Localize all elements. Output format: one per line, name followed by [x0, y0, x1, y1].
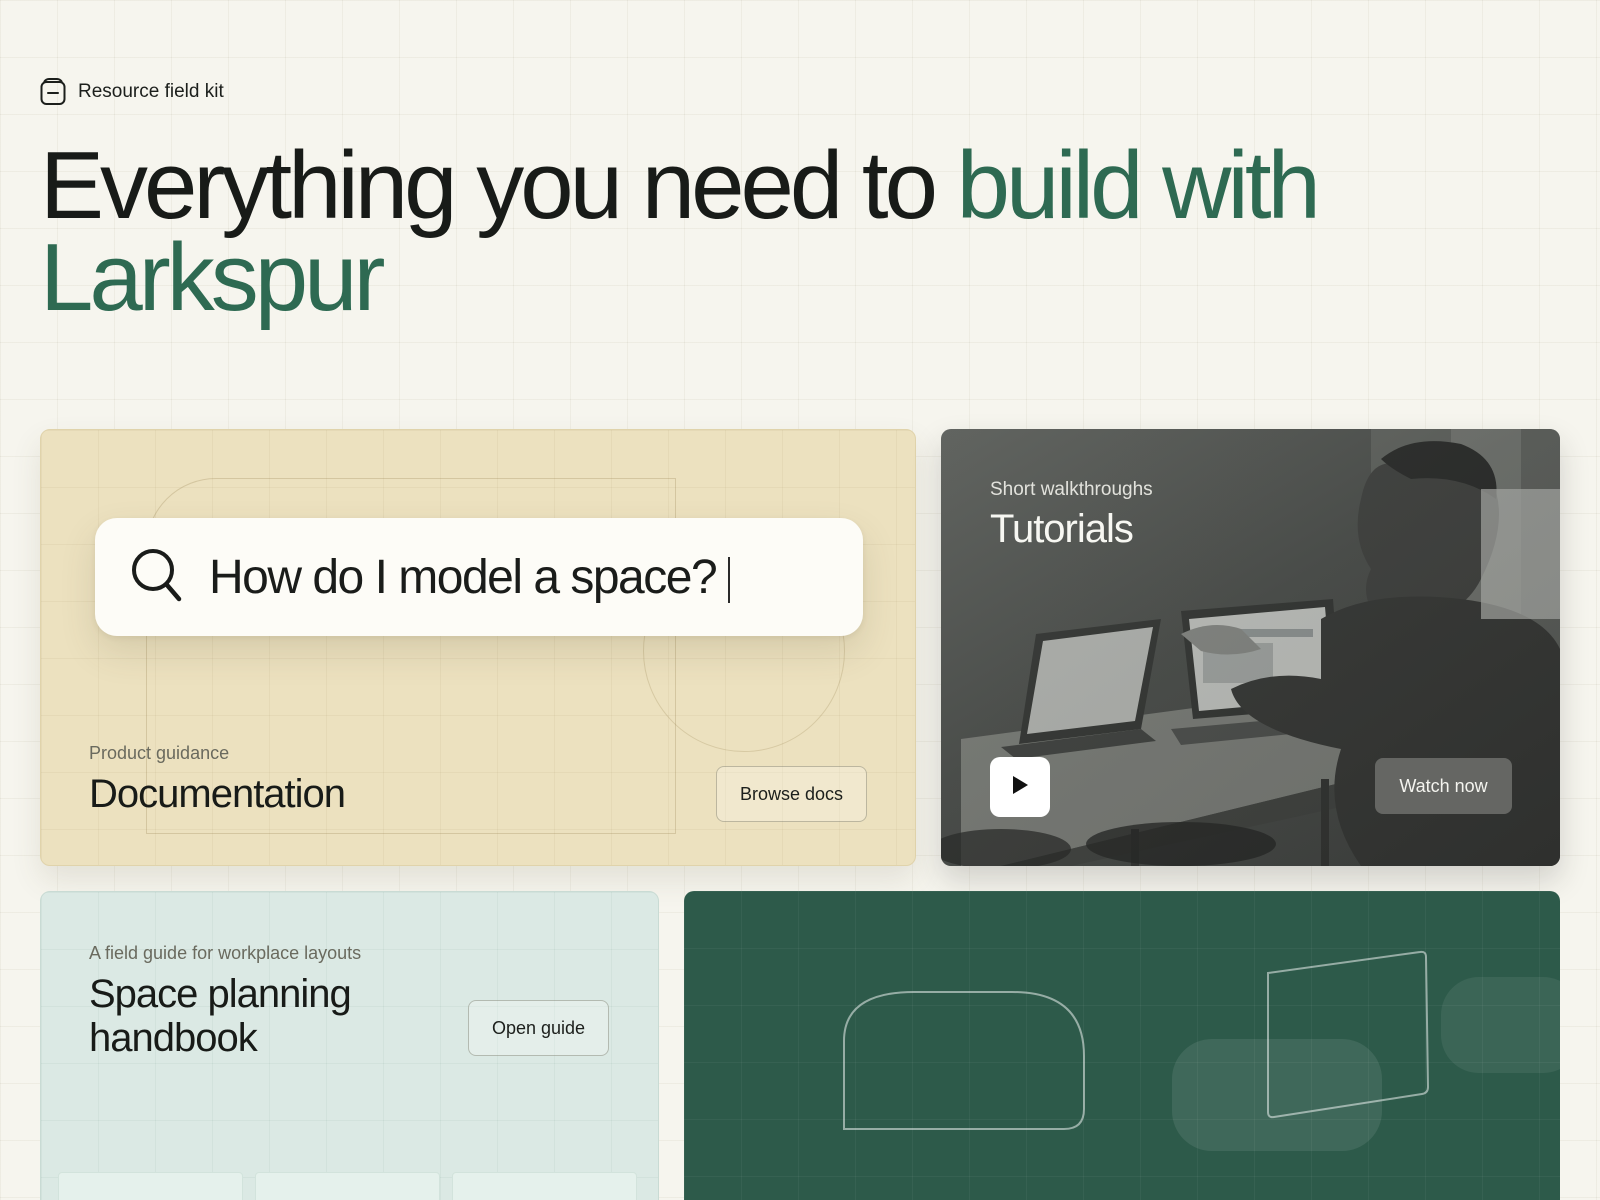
watch-now-button[interactable]: Watch now [1375, 758, 1512, 814]
archive-box-icon [40, 78, 66, 106]
open-guide-button[interactable]: Open guide [468, 1000, 609, 1056]
handbook-kicker: A field guide for workplace layouts [89, 943, 362, 963]
play-button[interactable] [990, 757, 1050, 817]
documentation-card[interactable]: How do I model a space? Product guidance… [40, 429, 916, 866]
search-query: How do I model a space? [209, 550, 731, 605]
hero-headline: Everything you need to build with Larkspu… [40, 138, 1440, 326]
headline-plain: Everything you need to [40, 132, 957, 239]
preview-tile [255, 1172, 440, 1200]
docs-title: Documentation [89, 772, 346, 816]
browse-docs-button[interactable]: Browse docs [716, 766, 867, 822]
handbook-title: Space planning handbook [89, 972, 352, 1060]
tutorials-card[interactable]: Short walkthroughs Tutorials Watch now [941, 429, 1560, 866]
tutorials-title: Tutorials [990, 507, 1134, 551]
headline-accent-product: Larkspur [40, 224, 385, 331]
tutorials-kicker: Short walkthroughs [990, 479, 1153, 500]
handbook-preview-tiles [58, 1172, 637, 1200]
search-icon [129, 546, 183, 609]
brand-label: Resource field kit [78, 81, 224, 102]
headline-accent: build with [956, 132, 1321, 239]
docs-kicker: Product guidance [89, 743, 230, 763]
preview-tile [452, 1172, 637, 1200]
brand: Resource field kit [40, 78, 224, 106]
play-icon [1010, 774, 1030, 801]
search-input[interactable]: How do I model a space? [95, 518, 863, 636]
floorplan-illustration-card [684, 891, 1560, 1200]
handbook-card[interactable]: A field guide for workplace layouts Spac… [40, 891, 659, 1200]
text-caret [728, 556, 731, 603]
floorplan-illustration [843, 950, 1560, 1151]
preview-tile [58, 1172, 243, 1200]
